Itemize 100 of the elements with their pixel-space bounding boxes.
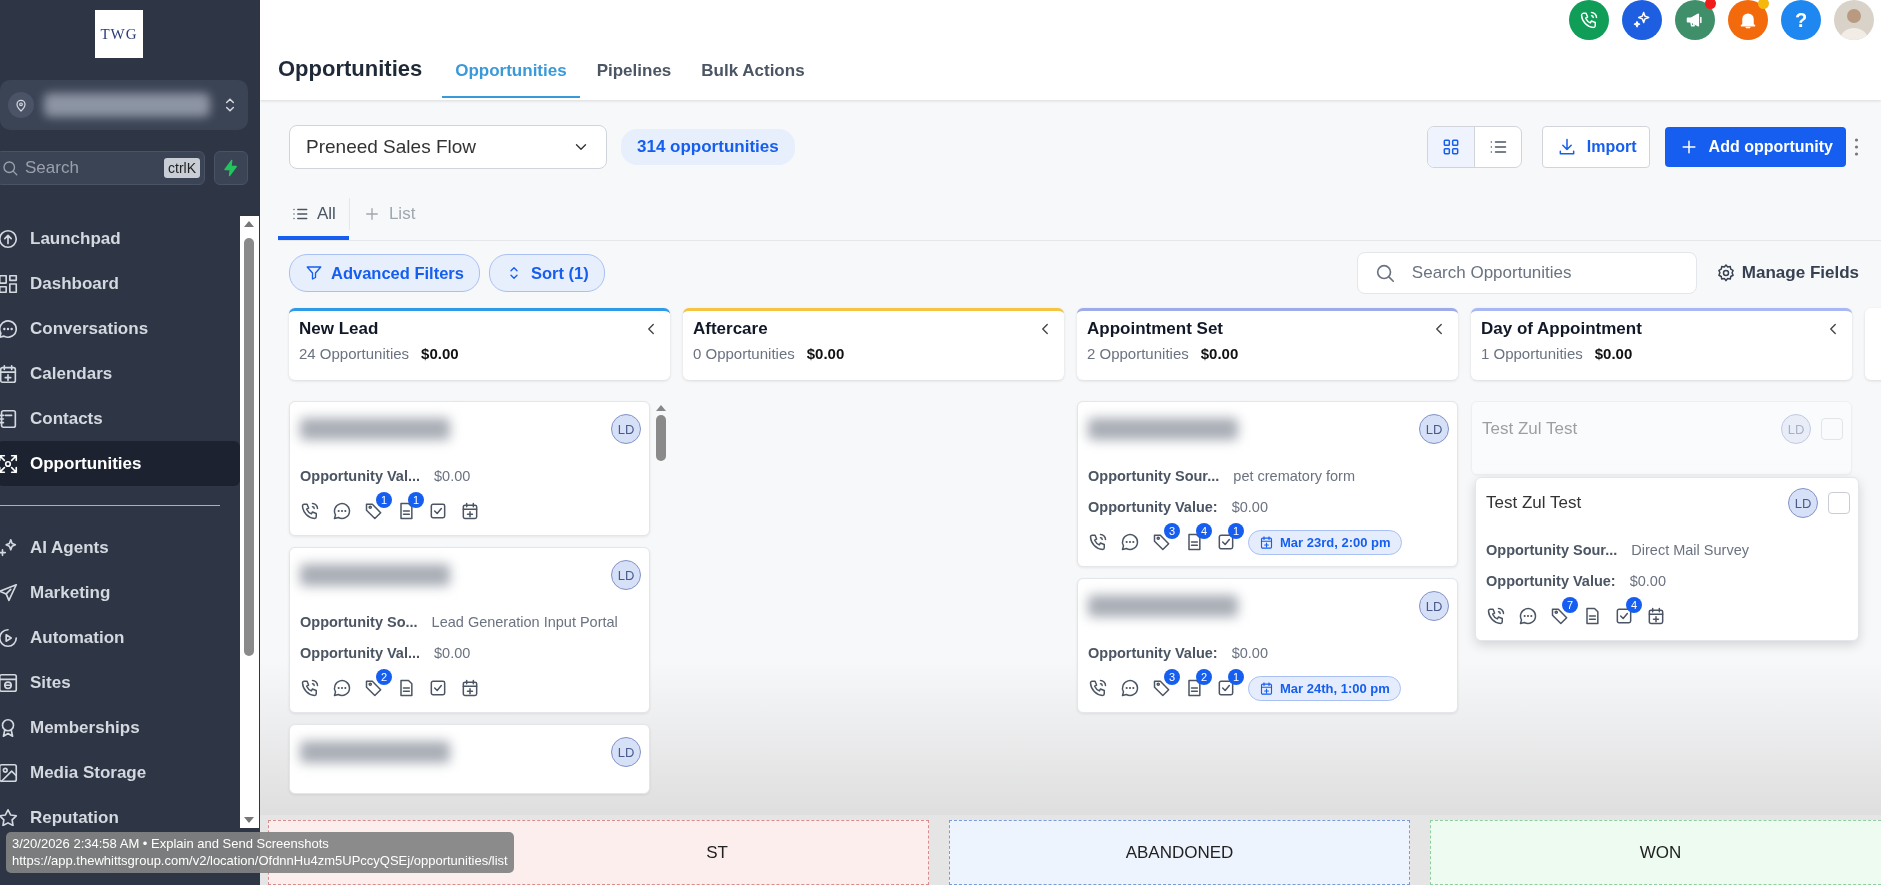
- column-total: $0.00: [1200, 345, 1239, 362]
- sidebar-item[interactable]: Conversations: [0, 306, 240, 351]
- scrollbar[interactable]: [240, 216, 259, 828]
- sidebar-item[interactable]: Launchpad: [0, 216, 240, 261]
- count-badge: 2: [376, 669, 392, 685]
- avatar[interactable]: LD: [1419, 414, 1449, 444]
- checkbox-icon[interactable]: [1216, 678, 1236, 698]
- pipeline-dropdown[interactable]: Preneed Sales Flow: [289, 125, 607, 169]
- tag-icon[interactable]: [364, 501, 384, 521]
- checkbox[interactable]: [1828, 492, 1850, 514]
- drop-zone[interactable]: ABANDONED: [949, 820, 1410, 885]
- count-badge: 1: [376, 492, 392, 508]
- opportunity-card[interactable]: LD Opportunity Value: $0.00 3 2 1 Mar 24th, 1:00 pm: [1077, 578, 1458, 713]
- sort-button[interactable]: Sort (1): [488, 254, 605, 292]
- sidebar-item[interactable]: AI Agents: [0, 525, 240, 570]
- checkbox-icon[interactable]: [428, 678, 448, 698]
- sidebar-item[interactable]: Contacts: [0, 396, 240, 441]
- announcements-button[interactable]: [1675, 0, 1715, 40]
- search-field[interactable]: Search Opportunities: [1356, 252, 1697, 294]
- calendar-add-icon[interactable]: [460, 501, 480, 521]
- lightning-icon: [222, 159, 240, 177]
- sidebar-item[interactable]: Memberships: [0, 705, 240, 750]
- phone-icon[interactable]: [1486, 606, 1506, 626]
- count-badge: 2: [1196, 669, 1212, 685]
- sidebar-item[interactable]: Calendars: [0, 351, 240, 396]
- megaphone-icon: [1685, 10, 1705, 30]
- calendar-add-icon[interactable]: [1646, 606, 1666, 626]
- sidebar-item[interactable]: Sites: [0, 660, 240, 705]
- phone-icon[interactable]: [300, 678, 320, 698]
- column-title: Aftercare: [693, 319, 768, 339]
- appointment-chip[interactable]: Mar 24th, 1:00 pm: [1248, 675, 1401, 701]
- location-switcher[interactable]: [0, 80, 248, 130]
- notifications-button[interactable]: [1728, 0, 1768, 40]
- phone-icon[interactable]: [1088, 678, 1108, 698]
- star-icon: [0, 806, 19, 826]
- calendar-add-icon[interactable]: [460, 678, 480, 698]
- chat-bubble-icon[interactable]: [332, 678, 352, 698]
- field-label: Opportunity So...: [300, 613, 418, 630]
- column-title: New Lead: [299, 319, 379, 339]
- chat-bubble-icon[interactable]: [1518, 606, 1538, 626]
- avatar[interactable]: LD: [611, 414, 641, 444]
- import-button[interactable]: Import: [1541, 126, 1650, 168]
- opportunity-card[interactable]: LD: [289, 724, 650, 794]
- add-opportunity-button[interactable]: Add opportunity: [1664, 127, 1846, 167]
- phone-icon[interactable]: [1088, 532, 1108, 552]
- opportunity-card[interactable]: Test Zul Test LD Opportunity Sour... Direct Mail Survey Opportunity Value: $0.00 7 4: [1475, 477, 1859, 641]
- count-badge: 3: [1164, 669, 1180, 685]
- opportunity-count: 1 Opportunities: [1481, 345, 1583, 362]
- more-icon[interactable]: [1854, 137, 1859, 157]
- help-button[interactable]: ?: [1781, 0, 1821, 40]
- column-total: $0.00: [806, 345, 845, 362]
- checkbox-icon[interactable]: [428, 501, 448, 521]
- ai-button[interactable]: [1622, 0, 1662, 40]
- count-badge: 4: [1196, 523, 1212, 539]
- filter-button[interactable]: Advanced Filters: [289, 254, 480, 292]
- sidebar-item[interactable]: Media Storage: [0, 750, 240, 795]
- appointment-chip[interactable]: Mar 23rd, 2:00 pm: [1248, 529, 1402, 555]
- field-value: $0.00: [1629, 572, 1666, 589]
- tab[interactable]: Pipelines: [583, 61, 685, 98]
- sidebar-item[interactable]: Marketing: [0, 570, 240, 615]
- checkbox[interactable]: [1821, 418, 1843, 440]
- search-field[interactable]: Search ctrlK: [0, 151, 205, 185]
- phone-button[interactable]: [1569, 0, 1609, 40]
- drop-zone[interactable]: WON: [1430, 820, 1881, 885]
- card-title: Test Zul Test: [1482, 419, 1579, 439]
- settings-icon: [1715, 263, 1736, 283]
- chat-bubble-icon[interactable]: [1120, 532, 1140, 552]
- avatar[interactable]: LD: [1419, 591, 1449, 621]
- logo[interactable]: TWG: [95, 10, 143, 58]
- location-pin-icon: [13, 97, 29, 113]
- sidebar-item[interactable]: Automation: [0, 615, 240, 660]
- avatar[interactable]: LD: [1788, 488, 1818, 518]
- quick-action-button[interactable]: [214, 151, 248, 185]
- chat-bubble-icon[interactable]: [332, 501, 352, 521]
- sidebar-item[interactable]: Dashboard: [0, 261, 240, 306]
- board-view-button[interactable]: [1427, 127, 1474, 167]
- field-value: $0.00: [1231, 644, 1268, 661]
- count-badge: 1: [1228, 523, 1244, 539]
- checkbox-icon[interactable]: [1216, 532, 1236, 552]
- count-badge: 7: [1562, 597, 1578, 613]
- field-label: Opportunity Value:: [1088, 498, 1218, 515]
- user-avatar[interactable]: [1834, 0, 1874, 40]
- sidebar-item[interactable]: Opportunities: [0, 441, 240, 486]
- sidebar-item[interactable]: Reputation: [0, 795, 240, 826]
- opportunity-card[interactable]: LD Opportunity So... Lead Generation Input Portal Opportunity Val... $0.00 2: [289, 547, 650, 713]
- opportunity-card[interactable]: LD Opportunity Val... $0.00 1 1: [289, 401, 650, 536]
- chat-bubble-icon[interactable]: [1120, 678, 1140, 698]
- column-title: Appointment Set: [1087, 319, 1223, 339]
- opportunity-count: 24 Opportunities: [299, 345, 410, 362]
- avatar[interactable]: LD: [611, 737, 641, 767]
- field-value: $0.00: [434, 467, 471, 484]
- field-label: Opportunity Value:: [1486, 572, 1616, 589]
- manage-fields-button[interactable]: Manage Fields: [1715, 263, 1859, 283]
- tab[interactable]: Bulk Actions: [688, 61, 818, 98]
- field-label: Opportunity Sour...: [1088, 467, 1220, 484]
- view-tab[interactable]: All: [278, 192, 349, 240]
- opportunity-card[interactable]: LD Opportunity Sour... pet crematory form Opportunity Value: $0.00 3 4 1 Mar 23rd, 2:00 pm: [1077, 401, 1458, 567]
- dashboard-icon: [0, 272, 19, 295]
- avatar[interactable]: LD: [611, 560, 641, 590]
- phone-icon[interactable]: [300, 501, 320, 521]
